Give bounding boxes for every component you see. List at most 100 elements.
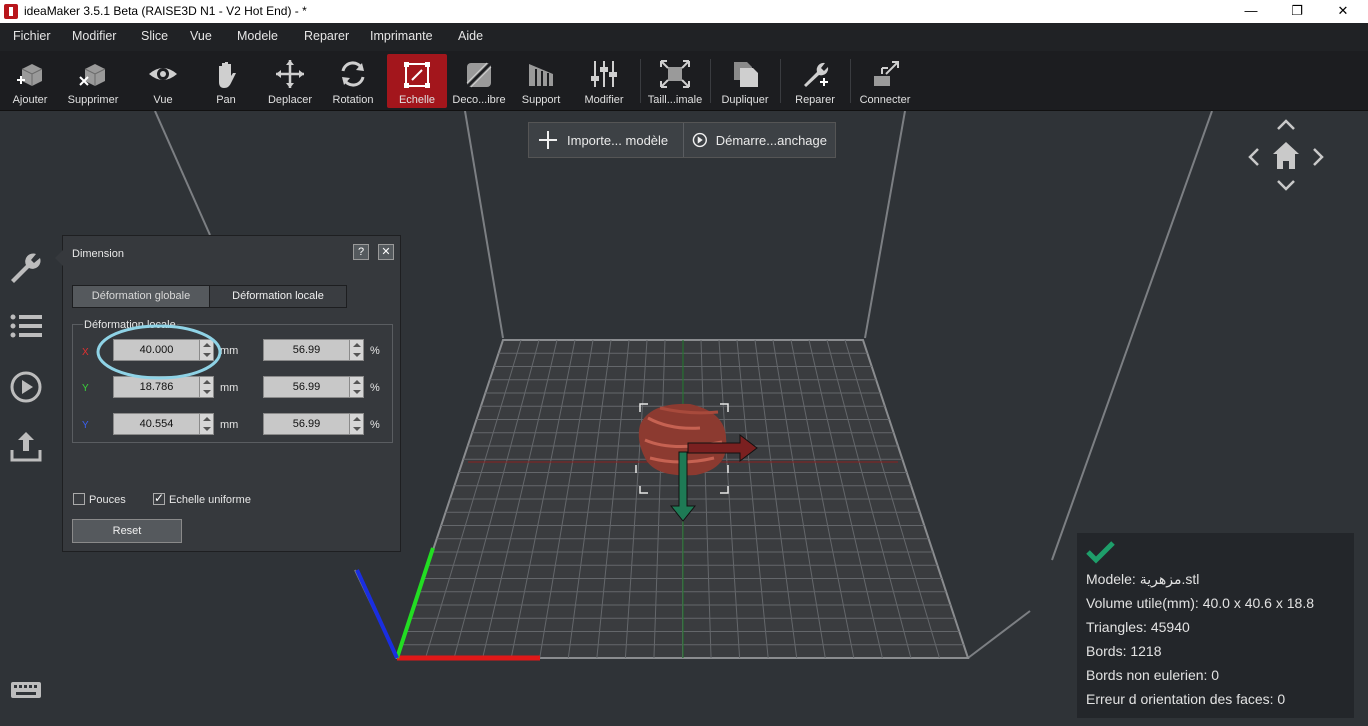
pouces-checkbox[interactable] xyxy=(73,493,85,505)
list-panel-icon[interactable] xyxy=(8,308,44,344)
scale-icon xyxy=(404,62,430,88)
x-percent-stepper[interactable] xyxy=(349,340,363,360)
decoupe-button[interactable]: Deco...ibre xyxy=(450,54,508,108)
taille-maximale-button[interactable]: Taill...imale xyxy=(646,54,704,108)
info-model-name: Modele: مزهرية.stl xyxy=(1086,571,1200,587)
z-percent-value: 56.99 xyxy=(292,418,321,430)
hand-icon xyxy=(219,62,236,88)
z-mm-unit: mm xyxy=(220,419,239,431)
dupliquer-label: Dupliquer xyxy=(721,94,769,106)
axis-label-y: Y xyxy=(82,383,89,394)
connecter-button[interactable]: Connecter xyxy=(856,54,914,108)
y-mm-unit: mm xyxy=(220,382,239,394)
menu-aide[interactable]: Aide xyxy=(458,29,483,43)
minimize-button[interactable]: — xyxy=(1228,0,1274,23)
dialog-pointer xyxy=(55,250,63,266)
z-percent-stepper[interactable] xyxy=(349,414,363,434)
vue-label: Vue xyxy=(153,94,173,106)
echelle-uniforme-label: Echelle uniforme xyxy=(169,494,251,506)
close-dialog-button[interactable]: ✕ xyxy=(378,244,394,260)
deplacer-label: Deplacer xyxy=(267,94,313,106)
info-triangles: Triangles: 45940 xyxy=(1086,619,1190,635)
rotation-label: Rotation xyxy=(332,94,374,106)
menu-fichier[interactable]: Fichier xyxy=(13,29,51,43)
support-button[interactable]: Support xyxy=(516,54,566,108)
z-percent-input[interactable]: 56.99 xyxy=(263,413,364,435)
reparer-button[interactable]: Reparer xyxy=(788,54,842,108)
pan-button[interactable]: Pan xyxy=(204,54,248,108)
z-mm-value: 40.554 xyxy=(139,418,174,430)
title-bar: ideaMaker 3.5.1 Beta (RAISE3D N1 - V2 Ho… xyxy=(0,0,1368,23)
info-bords-non-eulerien: Bords non eulerien: 0 xyxy=(1086,667,1220,683)
upload-panel-icon[interactable] xyxy=(8,428,44,464)
info-volume: Volume utile(mm): 40.0 x 40.6 x 18.8 xyxy=(1086,595,1314,611)
menu-modele[interactable]: Modele xyxy=(237,29,278,43)
menu-modifier[interactable]: Modifier xyxy=(72,29,116,43)
ajouter-label: Ajouter xyxy=(12,94,48,106)
pan-label: Pan xyxy=(216,94,236,106)
rotation-button[interactable]: Rotation xyxy=(328,54,378,108)
deplacer-button[interactable]: Deplacer xyxy=(264,54,316,108)
menu-imprimante[interactable]: Imprimante xyxy=(370,29,433,43)
ajouter-button[interactable]: Ajouter xyxy=(6,54,54,108)
x-percent-input[interactable]: 56.99 xyxy=(263,339,364,361)
vue-button[interactable]: Vue xyxy=(140,54,186,108)
import-model-label: Importe... modèle xyxy=(567,132,669,148)
y-mm-value: 18.786 xyxy=(139,381,174,393)
y-percent-stepper[interactable] xyxy=(349,377,363,397)
app-logo-icon xyxy=(4,4,18,19)
x-percent-unit: % xyxy=(370,345,380,357)
z-mm-stepper[interactable] xyxy=(199,414,213,434)
support-label: Support xyxy=(521,94,561,106)
start-slicing-label: Démarre...anchage xyxy=(715,132,827,148)
top-actions-bar: Importe... modèle Démarre...anchage xyxy=(528,122,836,158)
rotate-icon xyxy=(341,61,365,87)
toolbar-divider xyxy=(640,59,641,103)
menu-slice[interactable]: Slice xyxy=(141,29,168,43)
menu-bar: Fichier Modifier Slice Vue Modele Repare… xyxy=(0,23,1368,51)
play-panel-icon[interactable] xyxy=(8,369,44,405)
move-arrows-icon xyxy=(276,60,304,88)
dupliquer-button[interactable]: Dupliquer xyxy=(716,54,774,108)
start-slicing-button[interactable]: Démarre...anchage xyxy=(683,123,835,157)
echelle-uniforme-checkbox[interactable] xyxy=(153,491,165,505)
toolbar-divider xyxy=(710,59,711,103)
keyboard-icon[interactable] xyxy=(9,674,43,706)
supprimer-label: Supprimer xyxy=(67,94,119,106)
import-model-button[interactable]: Importe... modèle xyxy=(529,123,683,157)
menu-vue[interactable]: Vue xyxy=(190,29,212,43)
home-view-icon xyxy=(1273,142,1299,169)
help-button[interactable]: ? xyxy=(353,244,369,260)
toolbar-divider xyxy=(850,59,851,103)
wrench-panel-icon[interactable] xyxy=(8,249,44,285)
support-icon xyxy=(529,64,553,86)
supprimer-button[interactable]: Supprimer xyxy=(64,54,122,108)
modifier-label: Modifier xyxy=(584,94,624,106)
cut-icon xyxy=(465,61,493,89)
restore-button[interactable]: ❐ xyxy=(1274,0,1320,23)
menu-reparer[interactable]: Reparer xyxy=(304,29,349,43)
play-circle-icon xyxy=(692,132,708,148)
tab-deformation-locale[interactable]: Déformation locale xyxy=(209,285,347,308)
y-percent-unit: % xyxy=(370,382,380,394)
y-percent-value: 56.99 xyxy=(292,381,321,393)
taille-maximale-label: Taill...imale xyxy=(647,94,703,106)
z-percent-unit: % xyxy=(370,419,380,431)
toolbar-divider xyxy=(780,59,781,103)
maximize-icon xyxy=(660,60,690,88)
echelle-button[interactable]: Echelle xyxy=(387,54,447,108)
connecter-label: Connecter xyxy=(859,94,911,106)
modifier-button[interactable]: Modifier xyxy=(579,54,629,108)
reset-button[interactable]: Reset xyxy=(72,519,182,543)
tab-deformation-globale[interactable]: Déformation globale xyxy=(72,285,210,308)
add-cube-icon xyxy=(17,64,43,86)
y-percent-input[interactable]: 56.99 xyxy=(263,376,364,398)
z-mm-input[interactable]: 40.554 xyxy=(113,413,214,435)
dialog-title: Dimension xyxy=(72,248,124,260)
x-percent-value: 56.99 xyxy=(292,344,321,356)
close-window-button[interactable]: ✕ xyxy=(1320,0,1366,23)
axis-label-z: Y xyxy=(82,420,89,431)
connect-icon xyxy=(874,61,899,86)
pouces-label: Pouces xyxy=(89,494,126,506)
axis-label-x: X xyxy=(82,347,89,358)
